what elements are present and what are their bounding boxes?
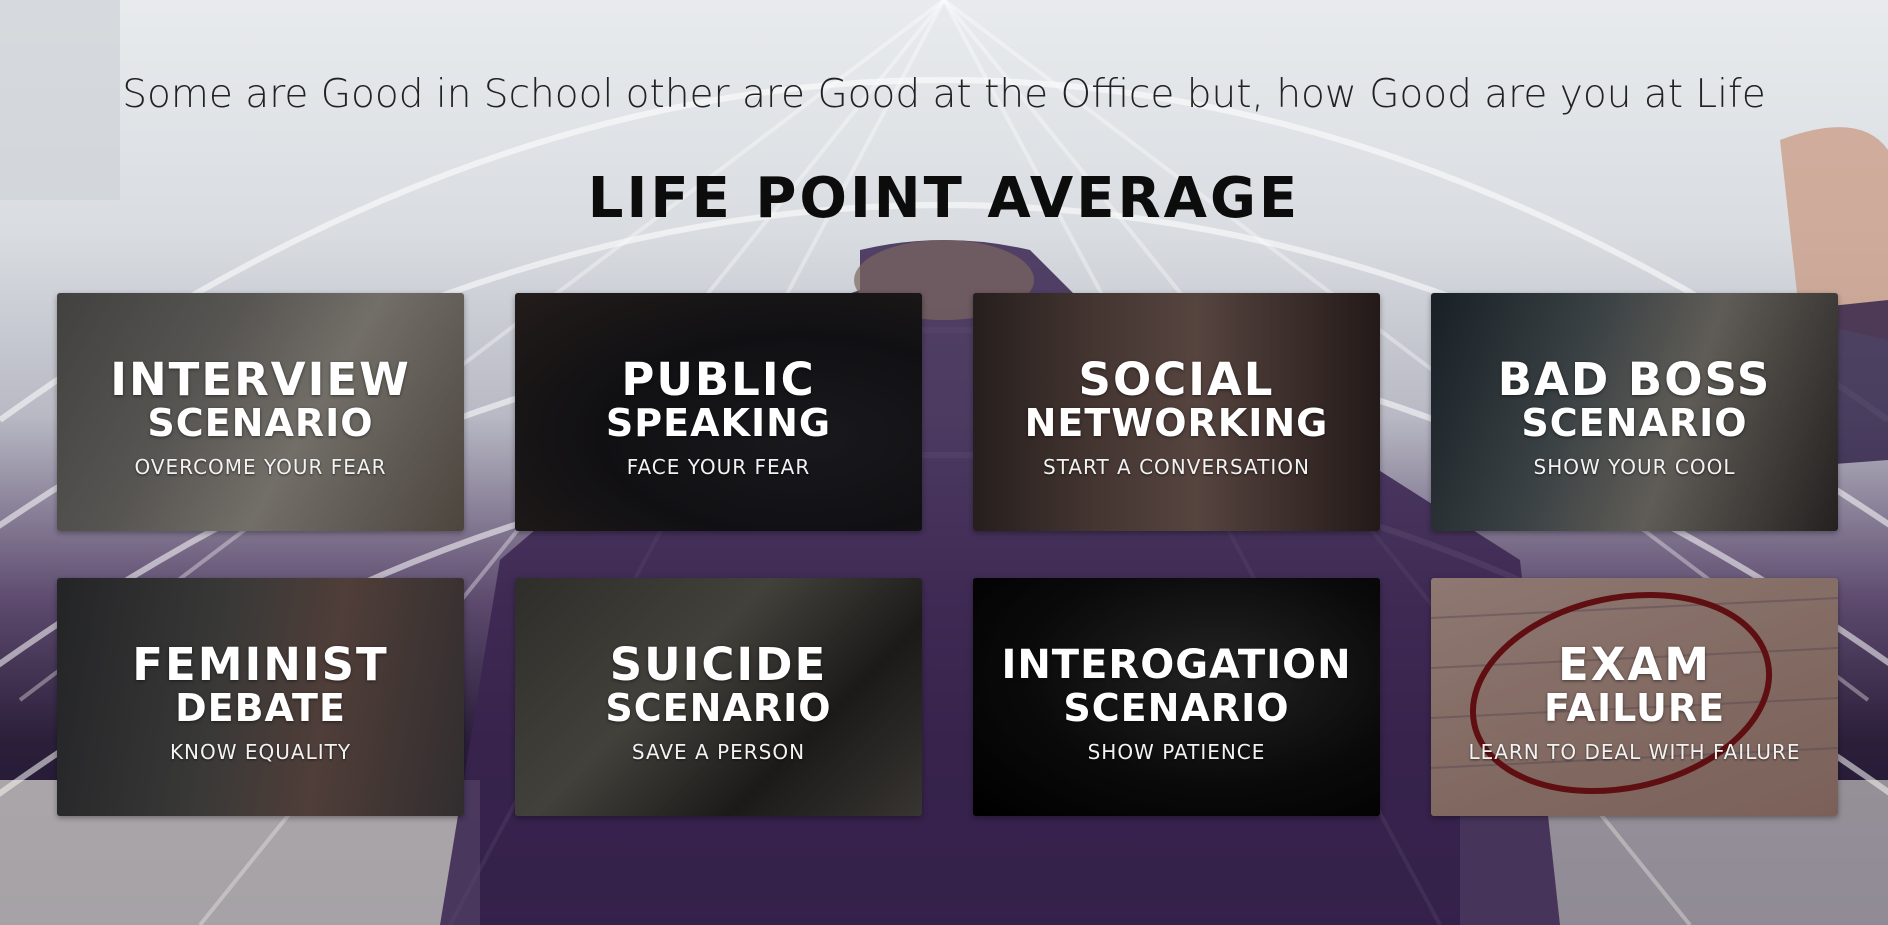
card-subtitle: SHOW YOUR COOL xyxy=(1533,455,1736,479)
card-title-line2: SCENARIO xyxy=(147,401,374,445)
card-suicide-scenario[interactable]: SUICIDE SCENARIO SAVE A PERSON xyxy=(515,578,922,816)
card-title: INTERVIEW xyxy=(110,353,411,406)
card-interogation-scenario[interactable]: INTEROGATION SCENARIO SHOW PATIENCE xyxy=(973,578,1380,816)
card-title: EXAM xyxy=(1557,638,1712,691)
card-title-line2: SCENARIO xyxy=(1063,686,1290,730)
card-bad-boss-scenario[interactable]: BAD BOSS SCENARIO SHOW YOUR COOL xyxy=(1431,293,1838,531)
card-feminist-debate[interactable]: FEMINIST DEBATE KNOW EQUALITY xyxy=(57,578,464,816)
card-title: INTEROGATION xyxy=(1001,642,1352,688)
page-title: LIFE POINT AVERAGE xyxy=(587,166,1301,231)
card-title: FEMINIST xyxy=(132,638,389,691)
card-title-line2: SCENARIO xyxy=(605,686,832,730)
card-subtitle: FACE YOUR FEAR xyxy=(626,455,811,479)
card-subtitle: SHOW PATIENCE xyxy=(1087,740,1266,764)
card-subtitle: START A CONVERSATION xyxy=(1043,455,1310,479)
card-title-line2: NETWORKING xyxy=(1024,401,1329,445)
card-interview-scenario[interactable]: INTERVIEW SCENARIO OVERCOME YOUR FEAR xyxy=(57,293,464,531)
scenario-grid: INTERVIEW SCENARIO OVERCOME YOUR FEAR PU… xyxy=(57,293,1839,816)
card-title-line2: SPEAKING xyxy=(605,401,832,445)
card-social-networking[interactable]: SOCIAL NETWORKING START A CONVERSATION xyxy=(973,293,1380,531)
card-title-line2: SCENARIO xyxy=(1521,401,1748,445)
landing-page: Some are Good in School other are Good a… xyxy=(0,0,1888,925)
card-subtitle: KNOW EQUALITY xyxy=(169,740,352,764)
card-subtitle: SAVE A PERSON xyxy=(631,740,806,764)
card-exam-failure[interactable]: EXAM FAILURE LEARN TO DEAL WITH FAILURE xyxy=(1431,578,1838,816)
card-title: SUICIDE xyxy=(609,638,828,691)
card-public-speaking[interactable]: PUBLIC SPEAKING FACE YOUR FEAR xyxy=(515,293,922,531)
card-title: BAD BOSS xyxy=(1497,353,1772,406)
card-subtitle: LEARN TO DEAL WITH FAILURE xyxy=(1468,740,1801,764)
card-title-line2: DEBATE xyxy=(175,686,346,730)
card-title: SOCIAL xyxy=(1078,353,1275,406)
tagline: Some are Good in School other are Good a… xyxy=(122,72,1766,117)
card-title: PUBLIC xyxy=(621,353,816,406)
card-title-line2: FAILURE xyxy=(1543,686,1726,730)
card-subtitle: OVERCOME YOUR FEAR xyxy=(134,455,387,479)
